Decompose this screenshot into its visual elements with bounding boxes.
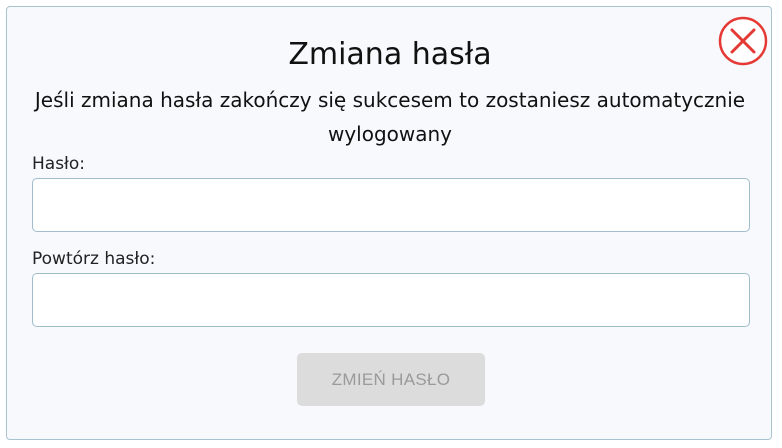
dialog-title: Zmiana hasła (288, 37, 492, 72)
change-password-button[interactable]: ZMIEŃ HASŁO (297, 353, 485, 406)
change-password-dialog: Zmiana hasła Jeśli zmiana hasła zakończy… (6, 6, 772, 440)
password-label: Hasło: (32, 154, 86, 174)
repeat-password-label: Powtórz hasło: (32, 249, 156, 269)
password-input[interactable] (32, 178, 750, 232)
repeat-password-input[interactable] (32, 273, 750, 327)
logout-warning-message: Jeśli zmiana hasła zakończy się sukcesem… (34, 88, 746, 146)
